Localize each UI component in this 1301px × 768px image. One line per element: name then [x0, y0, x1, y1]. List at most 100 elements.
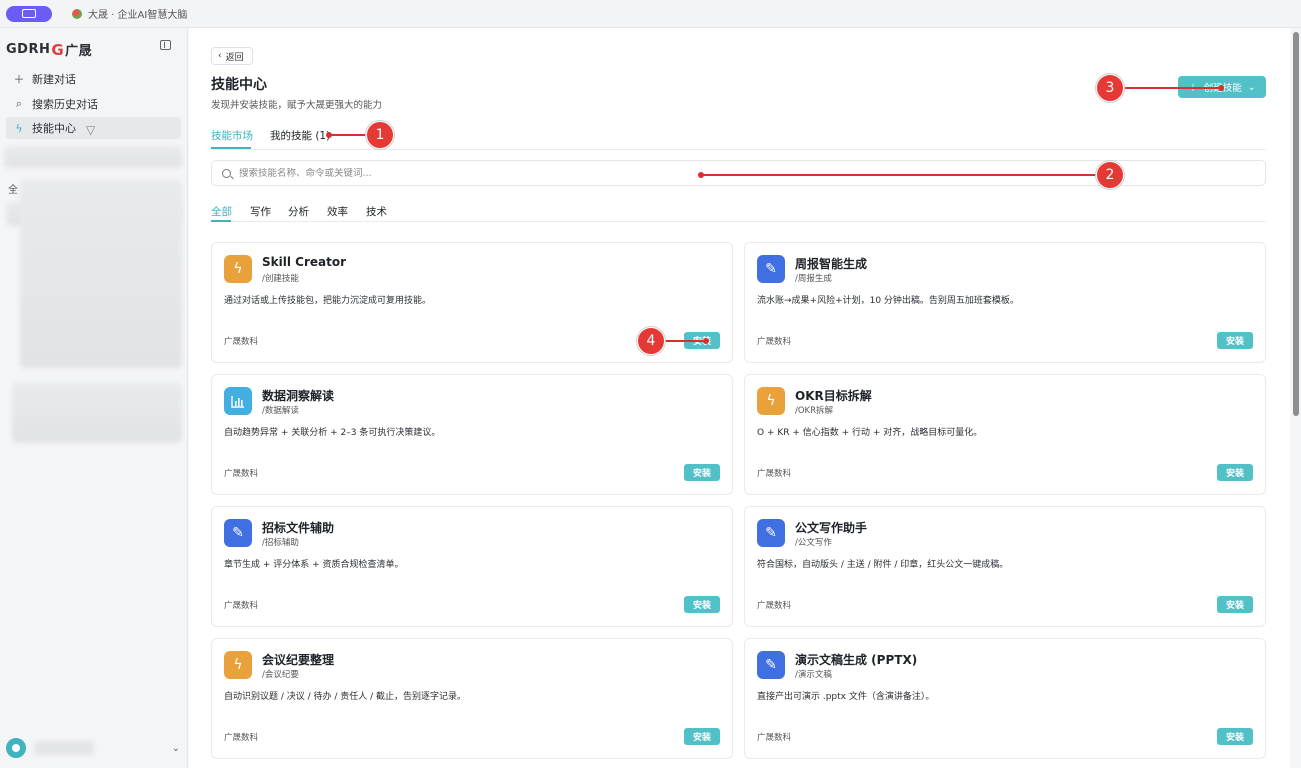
chevron-down-icon[interactable]: ⌄	[172, 743, 180, 754]
skill-description: 直接产出可演示 .pptx 文件（含演讲备注）。	[757, 692, 935, 702]
skill-card[interactable]: ϟ OKR目标拆解 /OKR拆解 O + KR + 信心指数 + 行动 + 对齐…	[744, 374, 1266, 495]
category-all[interactable]: 全部	[211, 204, 232, 219]
skill-name: 招标文件辅助	[262, 521, 335, 535]
skill-command: /OKR拆解	[795, 406, 834, 416]
edit-icon: ✎	[757, 255, 785, 283]
sidebar-item-new-chat[interactable]: ＋ 新建对话	[6, 68, 181, 90]
skill-description: O + KR + 信心指数 + 行动 + 对齐，战略目标可量化。	[757, 428, 983, 438]
plus-icon: ＋	[13, 73, 25, 86]
skill-command: /创建技能	[262, 274, 299, 284]
brand-logo: GDRH G 广晟	[6, 40, 93, 60]
skill-vendor: 广晟数科	[757, 601, 792, 611]
browser-tab-title: 大晟 · 企业AI智慧大脑	[88, 10, 188, 21]
active-tab-indicator	[211, 147, 251, 149]
category-tech[interactable]: 技术	[366, 204, 387, 219]
annotation-marker-1: 1	[366, 121, 394, 149]
skill-vendor: 广晟数科	[224, 337, 259, 347]
app-favicon-icon	[72, 8, 82, 19]
avatar	[6, 738, 26, 758]
sidebar-item-search-history[interactable]: ⌕ 搜索历史对话	[6, 93, 181, 115]
skill-card[interactable]: ✎ 演示文稿生成 (PPTX) /演示文稿 直接产出可演示 .pptx 文件（含…	[744, 638, 1266, 759]
back-button[interactable]: ‹ 返回	[211, 47, 253, 65]
skill-command: /公文写作	[795, 538, 832, 548]
category-analysis[interactable]: 分析	[288, 204, 309, 219]
sidebar-item-label: 技能中心	[32, 122, 76, 135]
skill-vendor: 广晟数科	[224, 469, 259, 479]
skill-description: 章节生成 + 评分体系 + 资质合规检查清单。	[224, 560, 404, 570]
skill-description: 符合国标，自动版头 / 主送 / 附件 / 印章，红头公文一键成稿。	[757, 560, 1009, 570]
skill-name: Skill Creator	[262, 255, 346, 269]
browser-tab[interactable]: 大晟 · 企业AI智慧大脑	[72, 6, 187, 21]
lightning-icon: ϟ	[757, 387, 785, 415]
annotation-dot	[1218, 85, 1224, 91]
install-button[interactable]: 安装	[1217, 728, 1253, 745]
skill-vendor: 广晟数科	[757, 733, 792, 743]
skill-card[interactable]: ϟ 会议纪要整理 /会议纪要 自动识别议题 / 决议 / 待办 / 责任人 / …	[211, 638, 733, 759]
skill-name: 演示文稿生成 (PPTX)	[795, 653, 918, 667]
edit-icon: ✎	[757, 651, 785, 679]
sidebar: GDRH G 广晟 ＋ 新建对话 ⌕ 搜索历史对话 ϟ 技能中心 ▽ 全 ⌄	[0, 28, 188, 768]
install-button[interactable]: 安装	[1217, 596, 1253, 613]
scrollbar[interactable]	[1291, 28, 1301, 768]
window-tab-bar: 大晟 · 企业AI智慧大脑	[0, 0, 1301, 28]
skill-vendor: 广晟数科	[757, 469, 792, 479]
skill-card[interactable]: ✎ 招标文件辅助 /招标辅助 章节生成 + 评分体系 + 资质合规检查清单。 广…	[211, 506, 733, 627]
skill-description: 自动趋势异常 + 关联分析 + 2–3 条可执行决策建议。	[224, 428, 441, 438]
sidebar-section-label: 全	[8, 185, 18, 196]
install-button[interactable]: 安装	[684, 464, 720, 481]
page-title: 技能中心	[211, 77, 267, 93]
scrollbar-thumb[interactable]	[1293, 32, 1299, 416]
skill-command: /数据解读	[262, 406, 299, 416]
user-profile[interactable]: ⌄	[6, 734, 182, 762]
mouse-cursor-icon: ▽	[86, 123, 96, 137]
search-input[interactable]	[239, 167, 1139, 179]
install-button[interactable]: 安装	[1217, 464, 1253, 481]
skill-name: 周报智能生成	[795, 257, 868, 271]
category-filter: 全部 写作 分析 效率 技术	[211, 204, 1266, 222]
lightning-icon: ϟ	[15, 121, 23, 135]
logo-text-prefix: GDRH	[6, 42, 51, 57]
edit-icon: ✎	[757, 519, 785, 547]
sidebar-item-label: 新建对话	[32, 73, 76, 86]
chart-icon	[224, 387, 252, 415]
active-category-indicator	[211, 220, 231, 222]
screen-toggle-button[interactable]	[6, 5, 52, 22]
skill-card[interactable]: 数据洞察解读 /数据解读 自动趋势异常 + 关联分析 + 2–3 条可执行决策建…	[211, 374, 733, 495]
blurred-history-list	[20, 180, 182, 368]
monitor-icon	[22, 9, 36, 18]
annotation-line	[701, 174, 1101, 176]
skill-card[interactable]: ✎ 公文写作助手 /公文写作 符合国标，自动版头 / 主送 / 附件 / 印章，…	[744, 506, 1266, 627]
annotation-line	[1112, 87, 1222, 89]
category-efficiency[interactable]: 效率	[327, 204, 348, 219]
back-label: 返回	[225, 52, 244, 63]
search-icon: ⌕	[15, 97, 23, 110]
skill-description: 流水账→成果+风险+计划，10 分钟出稿。告别周五加班套模板。	[757, 296, 1019, 306]
category-writing[interactable]: 写作	[250, 204, 271, 219]
tab-skill-market[interactable]: 技能市场	[211, 128, 253, 143]
tab-my-skills[interactable]: 我的技能 (1)	[270, 128, 330, 143]
install-button[interactable]: 安装	[1217, 332, 1253, 349]
skill-vendor: 广晟数科	[757, 337, 792, 347]
install-button[interactable]: 安装	[684, 728, 720, 745]
edit-icon: ✎	[224, 519, 252, 547]
skill-description: 通过对话或上传技能包，把能力沉淀成可复用技能。	[224, 296, 432, 306]
skill-name: 公文写作助手	[795, 521, 868, 535]
main-content: ‹ 返回 技能中心 发现并安装技能，赋予大晟更强大的能力 ＋ 创建技能 ⌄ 技能…	[189, 28, 1290, 768]
skill-vendor: 广晟数科	[224, 601, 259, 611]
blurred-history-item	[4, 146, 182, 168]
sidebar-collapse-icon[interactable]	[160, 40, 171, 50]
logo-text-suffix: 广晟	[65, 44, 93, 59]
annotation-dot	[698, 172, 704, 178]
blurred-history-item	[12, 383, 182, 443]
skill-name: 数据洞察解读	[262, 389, 335, 403]
lightning-icon: ϟ	[224, 255, 252, 283]
skill-command: /招标辅助	[262, 538, 299, 548]
annotation-marker-2: 2	[1096, 161, 1124, 189]
annotation-dot	[703, 338, 709, 344]
install-button[interactable]: 安装	[684, 596, 720, 613]
skill-name: OKR目标拆解	[795, 389, 872, 403]
skill-vendor: 广晟数科	[224, 733, 259, 743]
annotation-dot	[326, 132, 332, 138]
skill-name: 会议纪要整理	[262, 653, 335, 667]
skill-card[interactable]: ✎ 周报智能生成 /周报生成 流水账→成果+风险+计划，10 分钟出稿。告别周五…	[744, 242, 1266, 363]
